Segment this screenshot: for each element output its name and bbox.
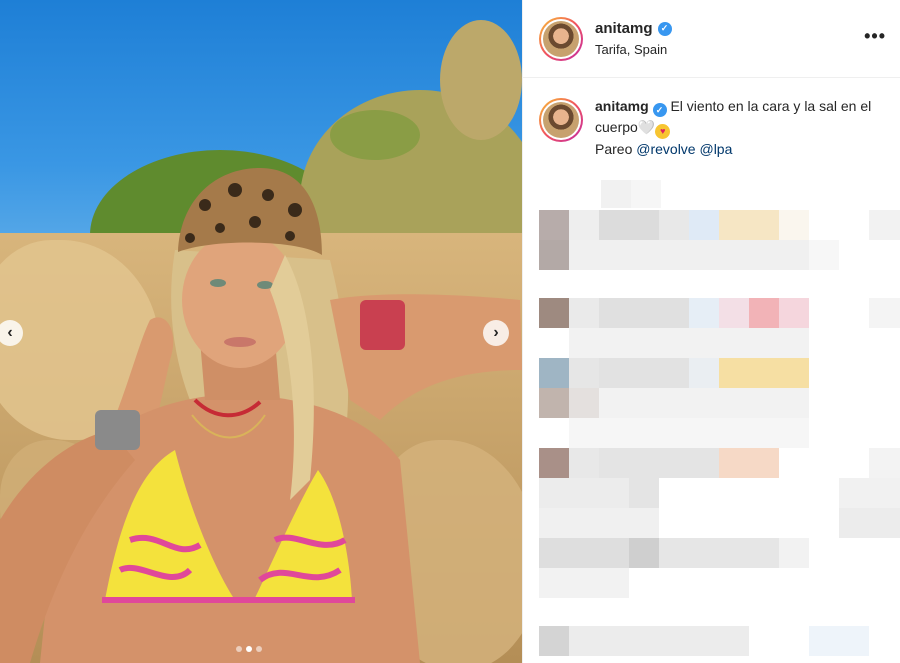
pixel-block: [659, 538, 779, 568]
pixel-block: [659, 210, 689, 240]
location-link[interactable]: Tarifa, Spain: [595, 42, 672, 57]
header-text: anitamg ✓ Tarifa, Spain: [595, 20, 672, 57]
pixel-block: [569, 328, 809, 358]
pixel-block: [569, 298, 599, 328]
avatar-border: [541, 100, 581, 140]
pixel-block: [539, 210, 569, 240]
carousel-indicator: [236, 646, 262, 652]
pixel-block: [631, 180, 661, 208]
pixel-block: [629, 478, 659, 508]
pixel-block: [601, 180, 631, 208]
pixel-block: [779, 210, 809, 240]
caption-body: anitamg ✓ El viento en la cara y la sal …: [595, 96, 884, 159]
pixel-block: [599, 210, 659, 240]
pixel-block: [599, 388, 809, 418]
pixel-block: [599, 358, 689, 388]
pixel-block: [539, 358, 569, 388]
pixel-block: [539, 626, 569, 656]
pixel-block: [569, 418, 809, 448]
pixel-block: [569, 626, 749, 656]
pixel-block: [569, 388, 599, 418]
pixel-block: [539, 538, 629, 568]
chevron-right-icon: ›: [493, 324, 499, 341]
pixel-block: [719, 210, 779, 240]
pixel-block: [539, 388, 569, 418]
pixel-block: [779, 538, 809, 568]
mention-link-lpa[interactable]: @lpa: [699, 141, 732, 157]
pixel-block: [599, 448, 719, 478]
post-side-panel: anitamg ✓ Tarifa, Spain ••• anitamg ✓ El…: [522, 0, 900, 663]
chevron-left-icon: ‹: [7, 324, 13, 341]
pixel-block: [809, 626, 869, 656]
pixel-block: [569, 210, 599, 240]
blurred-comments-area: [523, 180, 900, 663]
mention-link-revolve[interactable]: @revolve: [636, 141, 695, 157]
pixel-block: [569, 240, 809, 270]
post-caption: anitamg ✓ El viento en la cara y la sal …: [523, 78, 900, 159]
pixel-block: [779, 298, 809, 328]
avatar-border: [541, 18, 581, 59]
username-row: anitamg ✓: [595, 20, 672, 37]
instagram-post: ‹ › anitamg ✓ Tarifa, Spain ••• anitamg …: [0, 0, 900, 663]
verified-badge-icon: ✓: [652, 103, 667, 117]
post-photo[interactable]: ‹ ›: [0, 0, 522, 663]
pixel-block: [569, 358, 599, 388]
pixel-block: [539, 568, 629, 598]
pixel-block: [689, 358, 719, 388]
pixel-block: [629, 538, 659, 568]
carousel-next-button[interactable]: ›: [483, 320, 509, 346]
pixel-block: [689, 298, 719, 328]
caption-line2-prefix: Pareo: [595, 141, 633, 157]
pixel-block: [749, 298, 779, 328]
username-link[interactable]: anitamg: [595, 20, 653, 37]
pixel-block: [689, 210, 719, 240]
heart-eyes-emoji-icon: ♥: [655, 124, 671, 139]
pixel-block: [539, 478, 629, 508]
avatar-image: [543, 102, 579, 138]
white-heart-emoji-icon: 🤍: [637, 119, 656, 135]
pixel-block: [839, 508, 900, 538]
verified-badge-icon: ✓: [657, 21, 672, 36]
carousel-dot: [236, 646, 242, 652]
pixel-block: [599, 298, 689, 328]
pixel-block: [869, 210, 900, 240]
pixel-block: [539, 240, 569, 270]
pixel-block: [539, 508, 659, 538]
more-options-icon[interactable]: •••: [864, 26, 886, 47]
pixel-block: [809, 240, 839, 270]
pixel-block: [539, 448, 569, 478]
pixel-block: [869, 448, 900, 478]
avatar-image: [543, 20, 579, 57]
carousel-dot-active: [246, 646, 252, 652]
post-header: anitamg ✓ Tarifa, Spain •••: [523, 0, 900, 78]
caption-username-link[interactable]: anitamg: [595, 98, 649, 114]
person-illustration: [0, 168, 522, 663]
pixel-block: [569, 448, 599, 478]
pixel-block: [719, 358, 809, 388]
pixel-block: [869, 298, 900, 328]
carousel-dot: [256, 646, 262, 652]
avatar[interactable]: [539, 16, 583, 61]
pixel-block: [719, 298, 749, 328]
pixel-block: [719, 448, 779, 478]
pixel-block: [539, 298, 569, 328]
caption-avatar[interactable]: [539, 98, 583, 142]
pixel-block: [839, 478, 900, 508]
